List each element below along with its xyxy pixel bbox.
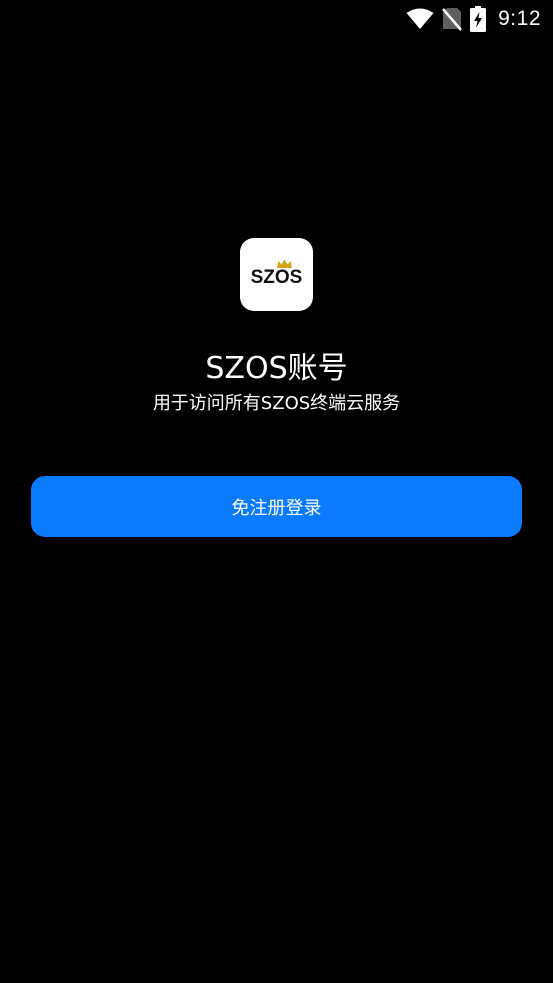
page-title: SZOS账号 — [205, 351, 348, 386]
status-time: 9:12 — [498, 7, 541, 30]
no-sim-icon — [442, 7, 463, 31]
status-bar: 9:12 — [0, 0, 553, 38]
login-button-label: 免注册登录 — [231, 497, 322, 519]
battery-charging-icon — [470, 6, 487, 32]
status-icons: 9:12 — [406, 6, 541, 32]
page-subtitle: 用于访问所有SZOS终端云服务 — [152, 393, 401, 414]
wifi-icon — [406, 8, 434, 30]
logo-text: SZOS — [251, 267, 303, 288]
login-button[interactable]: 免注册登录 — [31, 476, 522, 537]
app-logo: SZOS — [240, 238, 313, 311]
